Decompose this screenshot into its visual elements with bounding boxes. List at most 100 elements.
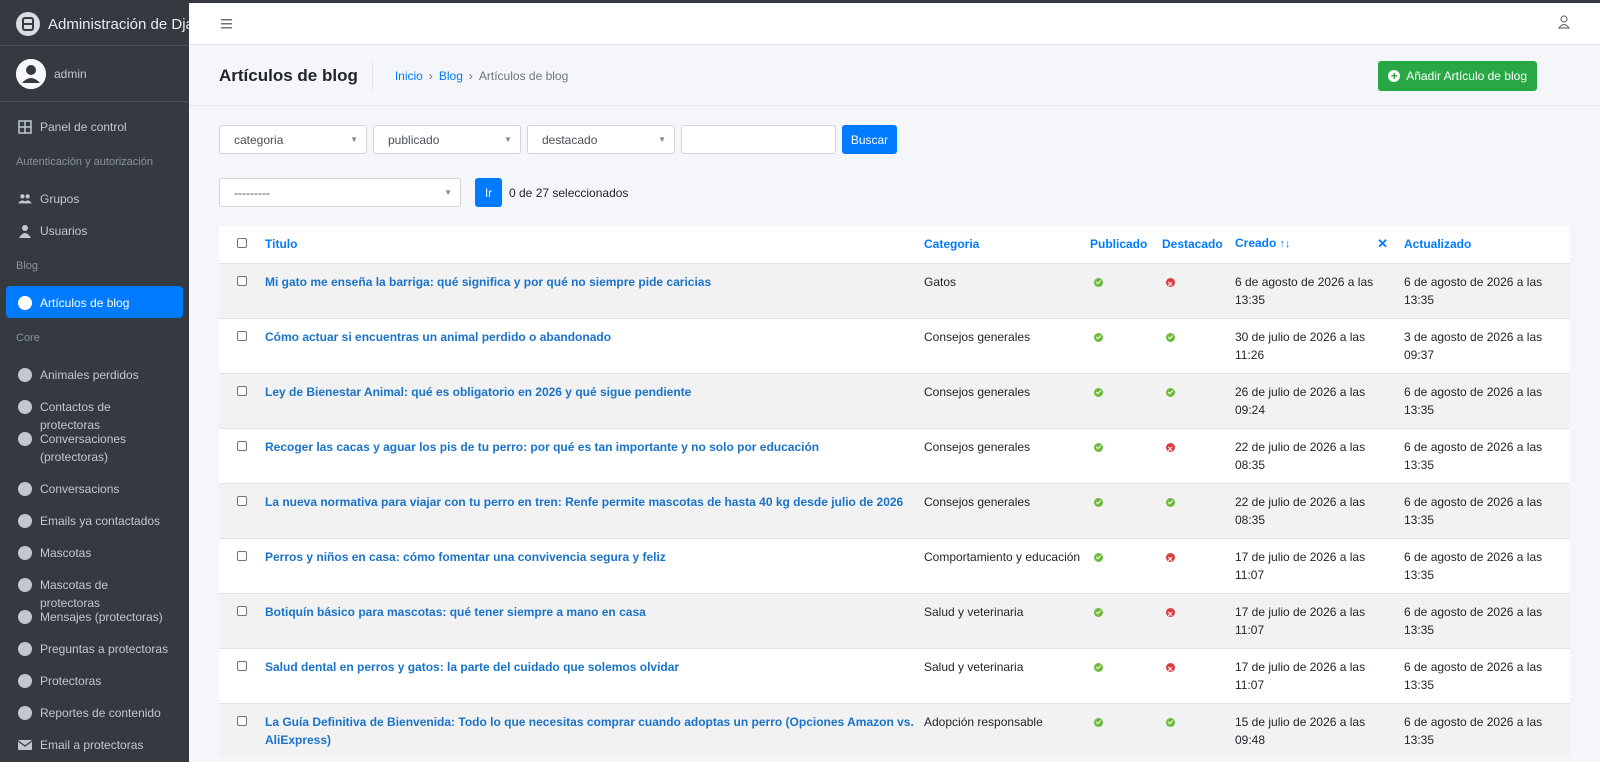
row-checkbox[interactable] [237, 550, 247, 561]
add-article-button[interactable]: + Añadir Artículo de blog [1378, 60, 1537, 91]
cell-categoria: Consejos generales [920, 427, 1086, 483]
column-header-actualizado[interactable]: Actualizado [1400, 226, 1570, 264]
column-header-titulo[interactable]: Titulo [261, 226, 920, 264]
table-row: Cómo actuar si encuentras un animal perd… [219, 317, 1570, 373]
sidebar-header-auth: Autenticación y autorización [16, 156, 153, 168]
breadcrumb-blog[interactable]: Blog [439, 69, 463, 83]
sidebar-item-shelters[interactable]: Protectoras [6, 664, 183, 696]
article-title-link[interactable]: La Guía Definitiva de Bienvenida: Todo l… [265, 715, 914, 747]
brand[interactable]: Administración de Django [0, 3, 189, 46]
sidebar-item-contacted-emails[interactable]: Emails ya contactados [6, 504, 183, 536]
table-row: Ley de Bienestar Animal: qué es obligato… [219, 372, 1570, 428]
cell-publicado [1086, 537, 1158, 593]
cell-publicado [1086, 592, 1158, 648]
cell-actualizado: 6 de agosto de 2026 a las 13:35 [1400, 372, 1570, 428]
cell-actualizado: 6 de agosto de 2026 a las 13:35 [1400, 647, 1570, 703]
row-checkbox[interactable] [237, 440, 247, 451]
sidebar-item-shelter-contacts[interactable]: Contactos de protectoras [6, 390, 183, 432]
cell-creado: 15 de julio de 2026 a las 09:48 [1231, 702, 1400, 758]
cell-creado: 30 de julio de 2026 a las 11:26 [1231, 317, 1400, 373]
circle-icon [18, 610, 32, 624]
row-select-cell [219, 372, 261, 428]
search-input[interactable] [681, 125, 836, 154]
bulk-action-select[interactable]: --------- ▼ [219, 178, 461, 207]
sidebar-item-users[interactable]: Usuarios [6, 214, 183, 246]
select-all-checkbox[interactable] [237, 238, 247, 249]
hamburger-menu-icon[interactable] [221, 16, 232, 32]
go-button[interactable]: Ir [475, 178, 502, 207]
published-filter-select[interactable]: publicado ▼ [373, 125, 521, 154]
row-checkbox[interactable] [237, 330, 247, 341]
row-checkbox[interactable] [237, 660, 247, 671]
column-header-destacado[interactable]: Destacado [1158, 226, 1231, 264]
category-filter-select[interactable]: categoria ▼ [219, 125, 367, 154]
sidebar-item-shelter-questions[interactable]: Preguntas a protectoras [6, 632, 183, 664]
sidebar-item-content-reports[interactable]: Reportes de contenido [6, 696, 183, 728]
cell-categoria: Consejos generales [920, 482, 1086, 538]
row-checkbox[interactable] [237, 385, 247, 396]
cell-titulo: Salud dental en perros y gatos: la parte… [261, 647, 920, 703]
sidebar-item-dashboard[interactable]: Panel de control [6, 110, 183, 142]
article-title-link[interactable]: Botiquín básico para mascotas: qué tener… [265, 605, 646, 619]
article-title-link[interactable]: Recoger las cacas y aguar los pis de tu … [265, 440, 819, 454]
row-checkbox[interactable] [237, 715, 247, 726]
cell-destacado [1158, 262, 1231, 318]
cell-categoria: Salud y veterinaria [920, 647, 1086, 703]
sidebar-item-label: Emails ya contactados [40, 514, 161, 528]
user-menu-icon[interactable] [1557, 15, 1571, 32]
cell-publicado [1086, 317, 1158, 373]
x-circle-icon [1166, 605, 1175, 623]
breadcrumb-current: Artículos de blog [478, 68, 569, 83]
row-select-cell [219, 317, 261, 373]
row-select-cell [219, 592, 261, 648]
sidebar-item-groups[interactable]: Grupos [6, 182, 183, 214]
sidebar-item-pets[interactable]: Mascotas [6, 536, 183, 568]
sidebar-item-shelter-conversations[interactable]: Conversaciones (protectoras) [6, 422, 183, 472]
breadcrumb-separator: › [428, 68, 433, 83]
dashboard-icon [18, 120, 32, 134]
featured-filter-select[interactable]: destacado ▼ [527, 125, 675, 154]
check-circle-icon [1166, 387, 1175, 397]
cell-actualizado: 6 de agosto de 2026 a las 13:35 [1400, 592, 1570, 648]
article-title-link[interactable]: Cómo actuar si encuentras un animal perd… [265, 330, 611, 344]
row-checkbox[interactable] [237, 495, 247, 506]
filter-bar: categoria ▼ publicado ▼ destacado ▼ Busc… [219, 125, 897, 154]
column-header-categoria[interactable]: Categoria [920, 226, 1086, 264]
sidebar-item-label: Email a protectoras [40, 738, 144, 752]
circle-icon [18, 432, 32, 446]
article-title-link[interactable]: Salud dental en perros y gatos: la parte… [265, 660, 679, 674]
sidebar-item-label: Usuarios [40, 224, 88, 238]
user-panel[interactable]: admin [0, 46, 189, 102]
user-icon [18, 224, 32, 238]
search-button[interactable]: Buscar [842, 125, 897, 154]
x-circle-icon [1166, 275, 1175, 293]
cell-destacado [1158, 317, 1231, 373]
sidebar-item-lost-animals[interactable]: Animales perdidos [6, 358, 183, 390]
article-title-link[interactable]: La nueva normativa para viajar con tu pe… [265, 495, 903, 509]
sidebar-item-conversations[interactable]: Conversacions [6, 472, 183, 504]
article-title-link[interactable]: Perros y niños en casa: cómo fomentar un… [265, 550, 666, 564]
check-circle-icon [1094, 277, 1103, 287]
check-circle-icon [1094, 497, 1103, 507]
table-row: Salud dental en perros y gatos: la parte… [219, 647, 1570, 703]
user-name: admin [54, 66, 87, 81]
breadcrumb-home[interactable]: Inicio [395, 69, 423, 83]
cell-titulo: La Guía Definitiva de Bienvenida: Todo l… [261, 702, 920, 758]
sidebar-item-label: Artículos de blog [40, 296, 130, 310]
column-header-creado[interactable]: Creado ↑↓ ✕ [1231, 226, 1400, 264]
check-circle-icon [1166, 717, 1175, 727]
row-select-cell [219, 647, 261, 703]
column-header-publicado[interactable]: Publicado [1086, 226, 1158, 264]
article-title-link[interactable]: Ley de Bienestar Animal: qué es obligato… [265, 385, 691, 399]
row-checkbox[interactable] [237, 275, 247, 286]
table-row: La Guía Definitiva de Bienvenida: Todo l… [219, 702, 1570, 758]
sidebar-item-shelter-pets[interactable]: Mascotas de protectoras [6, 568, 183, 610]
article-title-link[interactable]: Mi gato me enseña la barriga: qué signif… [265, 275, 711, 289]
sidebar-item-email-shelters[interactable]: Email a protectoras [6, 728, 183, 760]
row-checkbox[interactable] [237, 605, 247, 616]
clear-sort-icon[interactable]: ✕ [1377, 236, 1388, 252]
action-bar: --------- ▼ Ir 0 de 27 seleccionados [219, 178, 628, 207]
cell-publicado [1086, 647, 1158, 703]
sidebar-item-blog-articles[interactable]: Artículos de blog [6, 286, 183, 318]
sort-asc-icon[interactable]: ↑↓ [1279, 238, 1290, 250]
